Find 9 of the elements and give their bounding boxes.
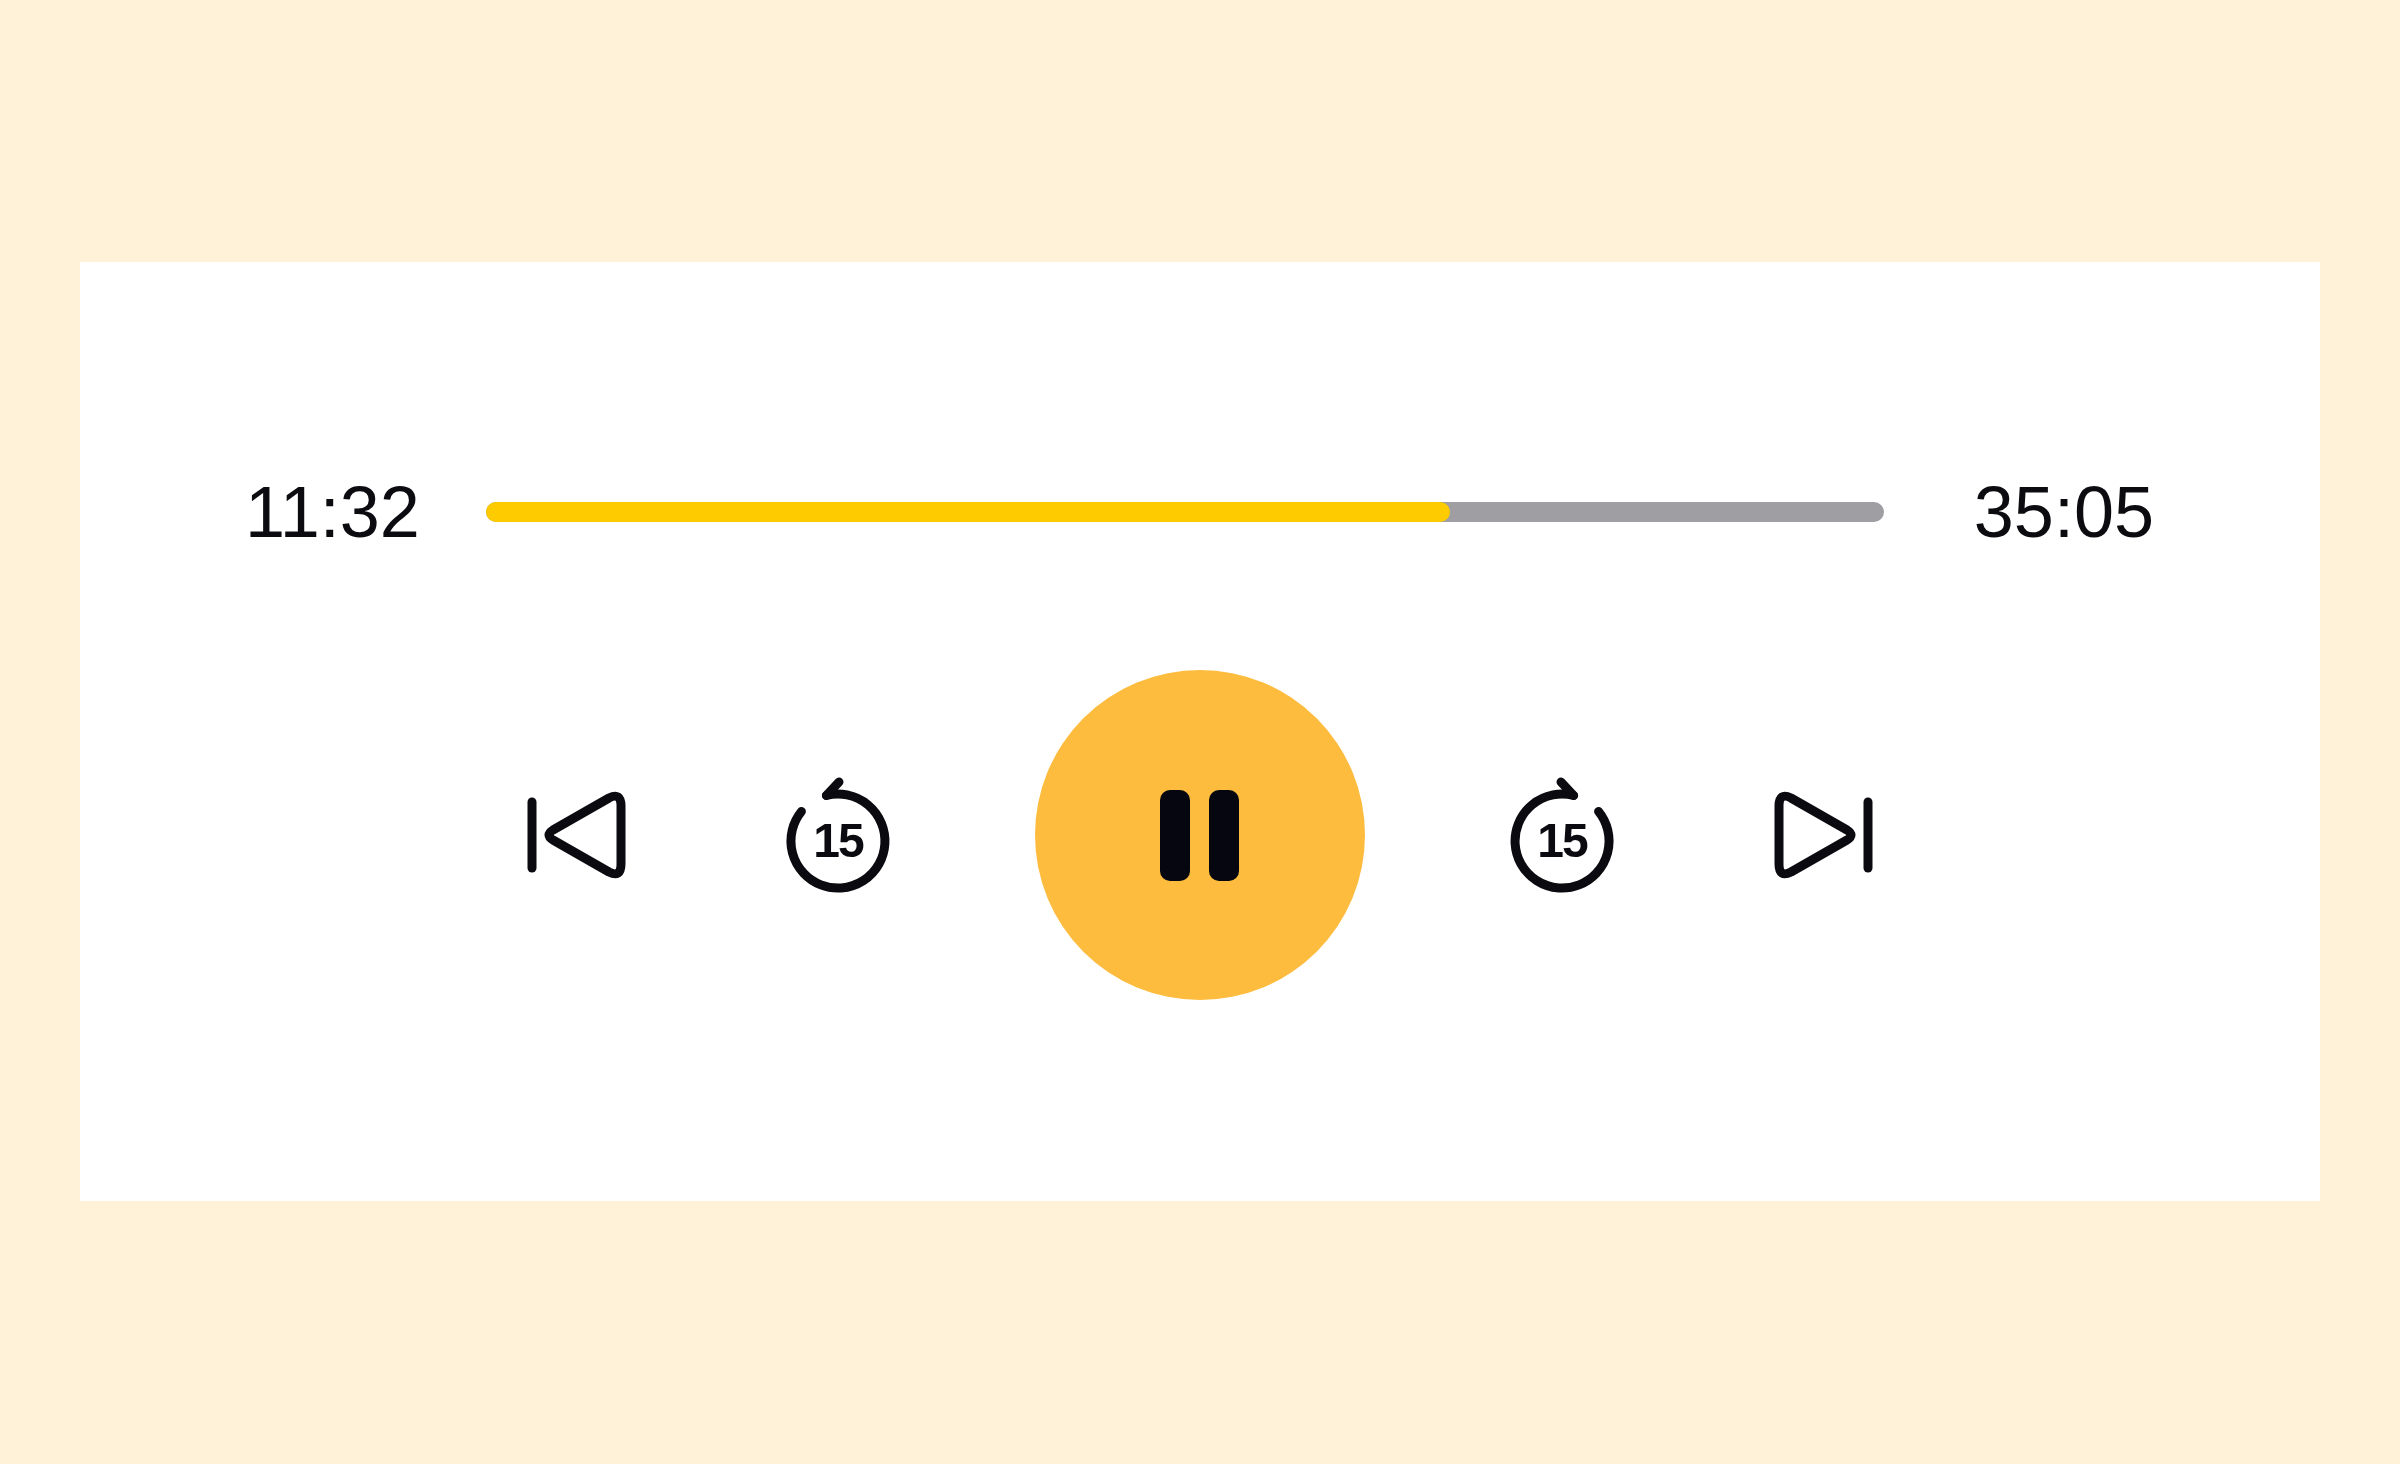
total-time: 35:05: [1973, 471, 2154, 554]
progress-track[interactable]: [485, 502, 1884, 522]
skip-previous-button[interactable]: [526, 789, 626, 881]
forward-button[interactable]: 15: [1507, 775, 1617, 895]
skip-forward-icon: [1774, 789, 1874, 881]
rewind-button[interactable]: 15: [783, 775, 893, 895]
skip-next-button[interactable]: [1774, 789, 1874, 881]
elapsed-time: 11:32: [245, 471, 420, 554]
skip-back-icon: [526, 789, 626, 881]
